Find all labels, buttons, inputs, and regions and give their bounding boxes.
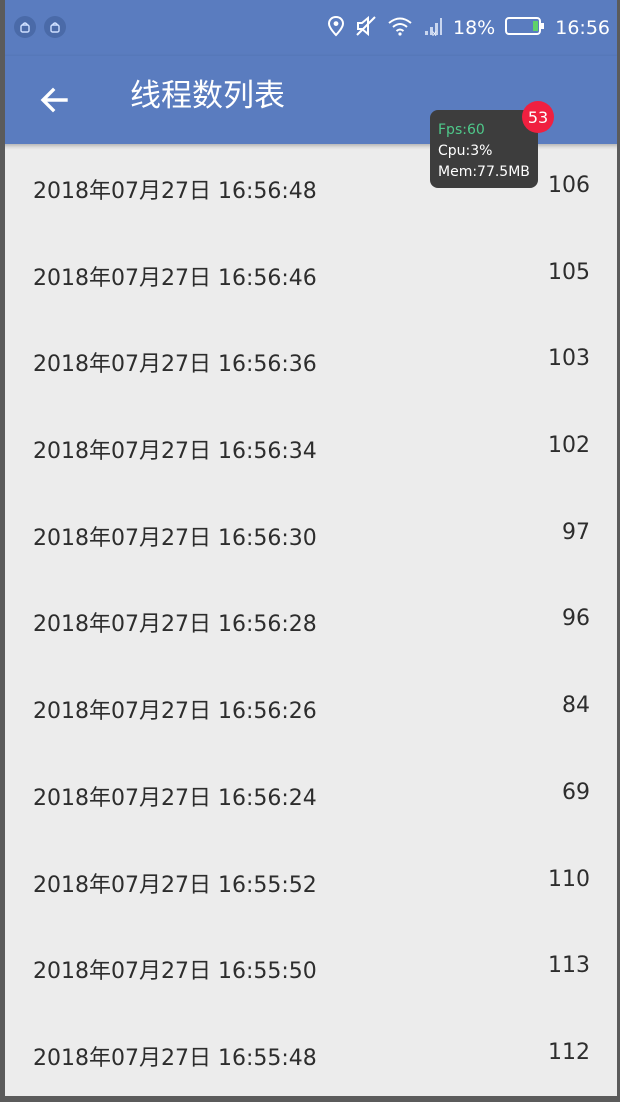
battery-icon bbox=[505, 16, 545, 41]
row-count: 96 bbox=[562, 606, 590, 632]
row-date: 2018年07月27日 16:55:50 bbox=[33, 959, 317, 985]
thread-count-list: 2018年07月27日 16:56:48 106 2018年07月27日 16:5… bbox=[5, 145, 617, 1099]
android-icon bbox=[44, 16, 66, 38]
list-item[interactable]: 2018年07月27日 16:56:28 96 bbox=[5, 578, 617, 665]
list-item[interactable]: 2018年07月27日 16:56:24 69 bbox=[5, 752, 617, 839]
page-title: 线程数列表 bbox=[130, 78, 285, 114]
row-count: 112 bbox=[548, 1039, 590, 1065]
list-item[interactable]: 2018年07月27日 16:56:26 84 bbox=[5, 665, 617, 752]
signal-icon: x bbox=[423, 15, 443, 42]
list-item[interactable]: 2018年07月27日 16:56:36 103 bbox=[5, 318, 617, 405]
row-count: 97 bbox=[562, 519, 590, 545]
battery-percent: 18% bbox=[453, 17, 496, 39]
row-count: 113 bbox=[548, 953, 590, 979]
mem-readout: Mem:77.5MB bbox=[438, 164, 530, 180]
row-date: 2018年07月27日 16:56:30 bbox=[33, 525, 317, 551]
row-date: 2018年07月27日 16:56:34 bbox=[33, 439, 317, 465]
row-count: 103 bbox=[548, 346, 590, 372]
row-date: 2018年07月27日 16:56:28 bbox=[33, 612, 317, 638]
row-date: 2018年07月27日 16:55:52 bbox=[33, 872, 317, 898]
fps-readout: Fps:60 bbox=[438, 122, 485, 138]
row-count: 102 bbox=[548, 433, 590, 459]
status-time: 16:56 bbox=[555, 17, 610, 39]
location-icon bbox=[327, 15, 345, 42]
list-item[interactable]: 2018年07月27日 16:56:34 102 bbox=[5, 405, 617, 492]
arrow-left-icon bbox=[40, 87, 68, 113]
row-count: 105 bbox=[548, 259, 590, 285]
row-count: 110 bbox=[548, 866, 590, 892]
row-count: 84 bbox=[562, 693, 590, 719]
wifi-icon bbox=[387, 15, 413, 42]
row-date: 2018年07月27日 16:56:48 bbox=[33, 179, 317, 204]
back-button[interactable] bbox=[34, 80, 74, 120]
list-item[interactable]: 2018年07月27日 16:55:52 110 bbox=[5, 839, 617, 926]
notification-icons bbox=[14, 16, 66, 38]
list-item[interactable]: 2018年07月27日 16:55:50 113 bbox=[5, 925, 617, 1012]
row-count: 69 bbox=[562, 779, 590, 805]
row-date: 2018年07月27日 16:56:46 bbox=[33, 265, 317, 291]
list-item[interactable]: 2018年07月27日 16:55:48 112 bbox=[5, 1012, 617, 1099]
row-date: 2018年07月27日 16:56:36 bbox=[33, 352, 317, 378]
row-count: 106 bbox=[548, 173, 590, 198]
android-icon bbox=[14, 16, 36, 38]
row-date: 2018年07月27日 16:56:26 bbox=[33, 699, 317, 725]
svg-text:x: x bbox=[432, 29, 437, 37]
list-item[interactable]: 2018年07月27日 16:56:46 105 bbox=[5, 232, 617, 319]
mute-icon bbox=[355, 15, 377, 42]
list-item[interactable]: 2018年07月27日 16:56:30 97 bbox=[5, 492, 617, 579]
cpu-readout: Cpu:3% bbox=[438, 143, 493, 159]
row-date: 2018年07月27日 16:56:24 bbox=[33, 785, 317, 811]
perf-badge: 53 bbox=[522, 101, 554, 133]
row-date: 2018年07月27日 16:55:48 bbox=[33, 1045, 317, 1071]
status-bar: x 18% 16:56 bbox=[0, 0, 620, 56]
